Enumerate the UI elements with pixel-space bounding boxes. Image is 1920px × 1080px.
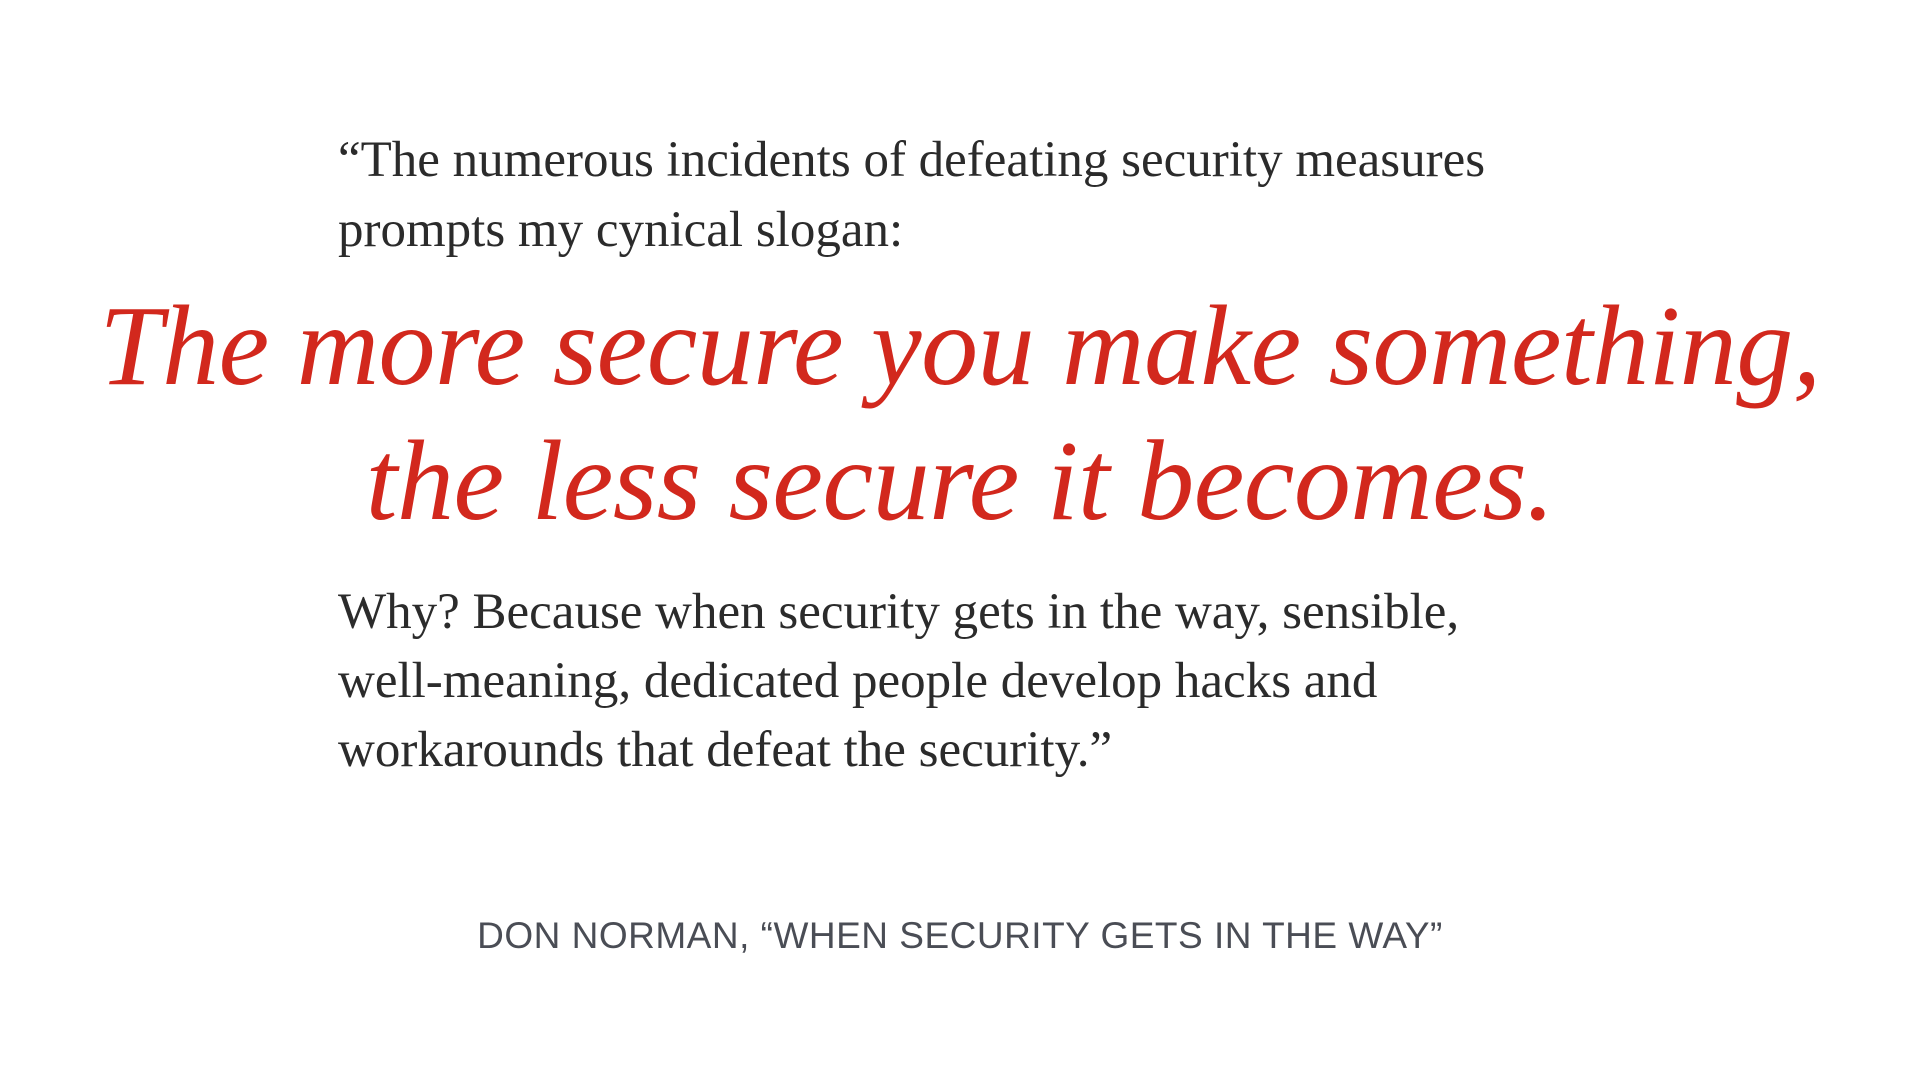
- quote-intro-line-2: prompts my cynical slogan:: [338, 202, 904, 258]
- slogan-line-1: The more secure you make something,: [99, 282, 1821, 409]
- quote-attribution: DON NORMAN, “WHEN SECURITY GETS IN THE W…: [477, 915, 1443, 956]
- quote-explanation: Why? Because when security gets in the w…: [338, 578, 1738, 785]
- quote-intro: “The numerous incidents of defeating sec…: [338, 125, 1738, 265]
- quote-intro-line-1: “The numerous incidents of defeating sec…: [338, 132, 1486, 188]
- explanation-line-2: well-meaning, dedicated people develop h…: [338, 653, 1378, 709]
- explanation-line-3: workarounds that defeat the security.”: [338, 722, 1113, 778]
- explanation-line-1: Why? Because when security gets in the w…: [338, 584, 1460, 640]
- quote-slide: “The numerous incidents of defeating sec…: [0, 0, 1920, 1080]
- slogan-highlight: The more secure you make something, the …: [0, 278, 1920, 548]
- slogan-line-2: the less secure it becomes.: [365, 417, 1555, 544]
